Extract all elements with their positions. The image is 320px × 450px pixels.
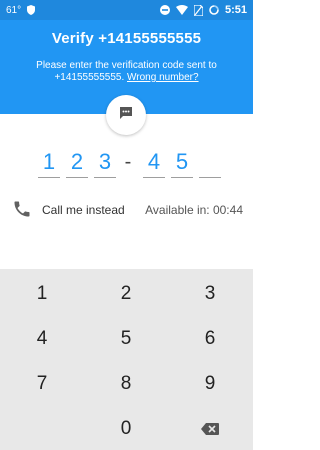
message-icon [119, 106, 133, 125]
subtitle-line2: +14155555555. [54, 72, 125, 83]
wrong-number-link[interactable]: Wrong number? [127, 72, 199, 83]
key-5[interactable]: 5 [84, 316, 168, 361]
code-digit[interactable]: 2 [66, 150, 88, 178]
key-1[interactable]: 1 [0, 271, 84, 316]
do-not-disturb-icon [159, 5, 170, 15]
code-digit[interactable]: 1 [38, 150, 60, 178]
status-bar: 61° 5:51 [0, 0, 253, 20]
status-left: 61° [6, 4, 36, 16]
code-digit[interactable]: 4 [143, 150, 165, 178]
temperature-text: 61° [6, 4, 22, 16]
backspace-button[interactable] [168, 406, 252, 450]
key-4[interactable]: 4 [0, 316, 84, 361]
message-badge [106, 95, 146, 135]
backspace-icon [201, 422, 219, 435]
subtitle-line1: Please enter the verification code sent … [36, 60, 217, 71]
battery-icon [209, 5, 219, 15]
key-8[interactable]: 8 [84, 361, 168, 406]
no-sim-icon [193, 4, 203, 16]
call-me-label[interactable]: Call me instead [42, 203, 125, 217]
header-subtitle: Please enter the verification code sent … [10, 60, 243, 84]
code-digit[interactable]: 3 [94, 150, 116, 178]
numeric-keypad: 1 2 3 4 5 6 7 8 9 0 [0, 269, 253, 450]
code-separator: - [124, 151, 132, 173]
key-3[interactable]: 3 [168, 271, 252, 316]
phone-icon [12, 199, 32, 224]
key-7[interactable]: 7 [0, 361, 84, 406]
status-right: 5:51 [159, 4, 247, 16]
page-title: Verify +14155555555 [51, 30, 202, 47]
key-2[interactable]: 2 [84, 271, 168, 316]
key-9[interactable]: 9 [168, 361, 252, 406]
key-6[interactable]: 6 [168, 316, 252, 361]
clock-text: 5:51 [224, 4, 247, 16]
wifi-icon [175, 5, 188, 15]
verification-screen: 61° 5:51 Verify +14155555555 Please ente… [0, 0, 253, 450]
available-countdown: Available in: 00:44 [145, 203, 243, 217]
shield-icon [27, 5, 36, 15]
code-digit[interactable] [199, 150, 221, 178]
code-digit[interactable]: 5 [171, 150, 193, 178]
key-0[interactable]: 0 [84, 406, 168, 450]
code-input[interactable]: 1 2 3 - 4 5 [0, 150, 253, 180]
call-me-row[interactable]: Call me instead Available in: 00:44 [0, 196, 253, 224]
